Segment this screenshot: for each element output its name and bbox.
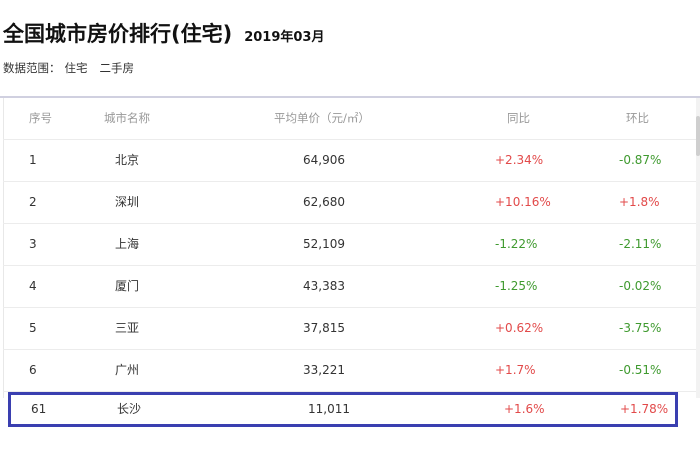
mom-cell: -3.75% — [619, 321, 662, 335]
yoy-cell: -1.22% — [495, 237, 538, 251]
rank-cell: 4 — [29, 279, 37, 293]
page-title: 全国城市房价排行(住宅) — [3, 22, 233, 46]
column-header-rank: 序号 — [29, 111, 52, 125]
mom-cell: -0.87% — [619, 153, 662, 167]
page-header: 全国城市房价排行(住宅) 2019年03月 数据范围： 住宅 二手房 — [0, 0, 700, 96]
city-cell: 深圳 — [115, 195, 140, 209]
table-row[interactable]: 6 广州 33,221 +1.7% -0.51% — [3, 350, 696, 392]
price-cell: 11,011 — [308, 402, 350, 416]
mom-cell: +1.78% — [620, 402, 669, 416]
rank-cell: 2 — [29, 195, 37, 209]
price-cell: 33,221 — [303, 363, 345, 377]
city-cell: 三亚 — [115, 321, 140, 335]
city-cell: 广州 — [115, 363, 140, 377]
scope-label: 数据范围： — [3, 61, 61, 75]
yoy-cell: -1.25% — [495, 279, 538, 293]
rank-cell: 5 — [29, 321, 37, 335]
rank-cell: 1 — [29, 153, 37, 167]
yoy-cell: +0.62% — [495, 321, 544, 335]
table-row[interactable]: 3 上海 52,109 -1.22% -2.11% — [3, 224, 696, 266]
data-scope: 数据范围： 住宅 二手房 — [3, 60, 134, 76]
price-cell: 43,383 — [303, 279, 345, 293]
column-header-yoy: 同比 — [507, 111, 530, 125]
column-header-price: 平均单价（元/㎡） — [274, 111, 370, 125]
mom-cell: +1.8% — [619, 195, 660, 209]
column-header-mom: 环比 — [626, 111, 649, 125]
mom-cell: -0.02% — [619, 279, 662, 293]
city-cell: 长沙 — [117, 402, 142, 416]
yoy-cell: +2.34% — [495, 153, 544, 167]
scope-value-second-hand: 二手房 — [99, 61, 135, 75]
price-cell: 37,815 — [303, 321, 345, 335]
table-row[interactable]: 1 北京 64,906 +2.34% -0.87% — [3, 140, 696, 182]
table-scrollbar[interactable] — [696, 98, 700, 398]
price-cell: 64,906 — [303, 153, 345, 167]
price-cell: 52,109 — [303, 237, 345, 251]
city-cell: 厦门 — [115, 279, 140, 293]
period-label: 2019年03月 — [244, 30, 325, 45]
rank-cell: 3 — [29, 237, 37, 251]
mom-cell: -2.11% — [619, 237, 662, 251]
yoy-cell: +1.6% — [504, 402, 545, 416]
rank-cell: 61 — [31, 402, 47, 416]
table-row[interactable]: 2 深圳 62,680 +10.16% +1.8% — [3, 182, 696, 224]
mom-cell: -0.51% — [619, 363, 662, 377]
price-cell: 62,680 — [303, 195, 345, 209]
table-row[interactable]: 5 三亚 37,815 +0.62% -3.75% — [3, 308, 696, 350]
scrollbar-thumb[interactable] — [696, 116, 700, 156]
city-cell: 北京 — [115, 153, 140, 167]
highlighted-row-changsha[interactable]: 61 长沙 11,011 +1.6% +1.78% — [8, 392, 678, 427]
yoy-cell: +10.16% — [495, 195, 551, 209]
table-header-row: 序号 城市名称 平均单价（元/㎡） 同比 环比 — [3, 98, 696, 140]
column-header-city: 城市名称 — [104, 111, 150, 125]
rank-cell: 6 — [29, 363, 37, 377]
city-cell: 上海 — [115, 237, 140, 251]
title-row: 全国城市房价排行(住宅) 2019年03月 — [3, 18, 324, 48]
yoy-cell: +1.7% — [495, 363, 536, 377]
table-row[interactable]: 4 厦门 43,383 -1.25% -0.02% — [3, 266, 696, 308]
scope-value-residential: 住宅 — [64, 61, 88, 75]
